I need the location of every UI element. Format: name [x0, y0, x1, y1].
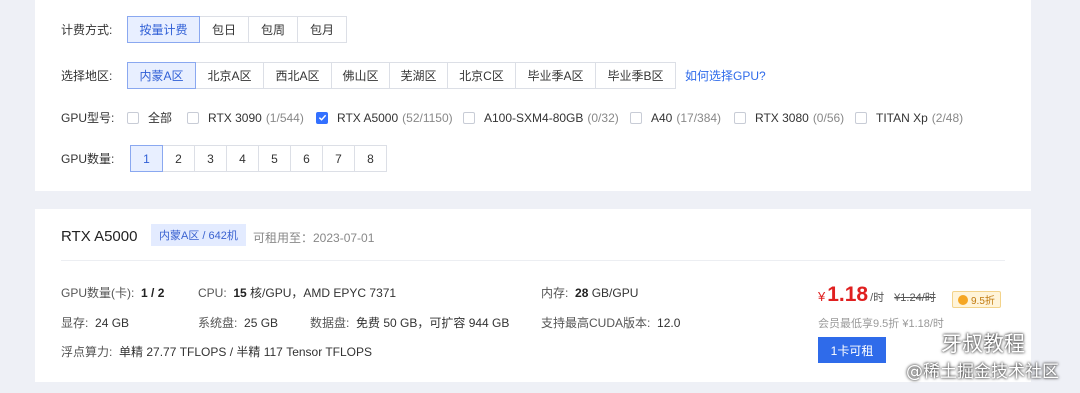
gpu-option-rtxa5000[interactable]: RTX A5000 (52/1150)	[316, 111, 463, 125]
billing-option-weekly[interactable]: 包周	[248, 16, 298, 43]
checkbox-icon[interactable]	[187, 111, 199, 124]
spec-vram: 显存: 24 GB	[61, 316, 130, 330]
checkbox-icon[interactable]	[630, 111, 642, 124]
spec-data-disk: 数据盘: 免费 50 GB，可扩容 944 GB	[310, 316, 510, 330]
region-option-graduation-b[interactable]: 毕业季B区	[595, 62, 676, 89]
region-option-beijing-a[interactable]: 北京A区	[195, 62, 264, 89]
watermark-title: 牙叔教程	[941, 332, 1025, 356]
spec-cuda-version: 支持最高CUDA版本: 12.0	[541, 316, 681, 330]
spec-memory: 内存: 28 GB/GPU	[541, 286, 639, 300]
billing-option-pay-as-you-go[interactable]: 按量计费	[127, 16, 200, 43]
billing-row: 计费方式: 按量计费 包日 包周 包月	[61, 16, 347, 43]
gpu-count-option-3[interactable]: 3	[194, 145, 227, 172]
gpu-option-a100[interactable]: A100-SXM4-80GB (0/32)	[463, 111, 630, 125]
member-discount-note: 会员最低享9.5折 ¥1.18/时	[818, 318, 944, 330]
gpu-model-row: GPU型号: 全部 RTX 3090 (1/544) RTX A5000 (52…	[61, 109, 963, 126]
gpu-option-rtx3090[interactable]: RTX 3090 (1/544)	[187, 111, 316, 125]
billing-option-daily[interactable]: 包日	[199, 16, 249, 43]
coin-icon	[958, 294, 968, 305]
gpu-option-all[interactable]: 全部	[127, 109, 187, 126]
billing-label: 计费方式:	[61, 23, 113, 37]
region-options: 内蒙A区 北京A区 西北A区 佛山区 芜湖区 北京C区 毕业季A区 毕业季B区	[127, 62, 676, 89]
discount-badge: 9.5折	[952, 291, 1001, 308]
billing-option-monthly[interactable]: 包月	[297, 16, 347, 43]
how-to-choose-gpu-link[interactable]: 如何选择GPU?	[685, 67, 766, 84]
gpu-option-a40[interactable]: A40 (17/384)	[630, 111, 734, 125]
available-until: 可租用至：2023-07-01	[253, 231, 375, 245]
checked-checkbox-icon[interactable]	[316, 111, 328, 124]
region-option-graduation-a[interactable]: 毕业季A区	[515, 62, 596, 89]
gpu-option-rtx3080[interactable]: RTX 3080 (0/56)	[734, 111, 855, 125]
original-price: ¥1.24/时	[894, 292, 936, 304]
price: ¥ 1.18 /时 ¥1.24/时	[818, 283, 936, 307]
divider	[61, 260, 1005, 261]
wechat-icon	[908, 334, 935, 354]
checkbox-icon[interactable]	[127, 111, 139, 124]
gpu-count-option-7[interactable]: 7	[322, 145, 355, 172]
price-unit: /时	[870, 292, 885, 304]
gpu-product-card: RTX A5000 内蒙A区 / 642机 可租用至：2023-07-01 GP…	[35, 209, 1031, 382]
checkbox-icon[interactable]	[855, 111, 867, 124]
filter-panel: 计费方式: 按量计费 包日 包周 包月 选择地区: 内蒙A区 北京A区 西北A区…	[35, 0, 1031, 191]
region-option-beijing-c[interactable]: 北京C区	[447, 62, 516, 89]
gpu-count-row: GPU数量: 1 2 3 4 5 6 7 8	[61, 145, 387, 172]
region-option-wuhu[interactable]: 芜湖区	[389, 62, 448, 89]
region-option-neimeng-a[interactable]: 内蒙A区	[127, 62, 196, 89]
region-option-xibei-a[interactable]: 西北A区	[263, 62, 332, 89]
gpu-count-option-5[interactable]: 5	[258, 145, 291, 172]
region-label: 选择地区:	[61, 69, 113, 83]
rent-button[interactable]: 1卡可租	[818, 337, 886, 363]
gpu-count-option-1[interactable]: 1	[130, 145, 163, 172]
gpu-count-option-2[interactable]: 2	[162, 145, 195, 172]
gpu-count-option-4[interactable]: 4	[226, 145, 259, 172]
checkbox-icon[interactable]	[734, 111, 746, 124]
watermark-source: @稀土掘金技术社区	[906, 362, 1059, 382]
gpu-count-options: 1 2 3 4 5 6 7 8	[130, 145, 387, 172]
checkbox-icon[interactable]	[463, 111, 475, 124]
gpu-model-label: GPU型号:	[61, 111, 115, 125]
gpu-option-titan-xp[interactable]: TITAN Xp (2/48)	[855, 111, 963, 125]
billing-options: 按量计费 包日 包周 包月	[127, 16, 347, 43]
spec-gpu-count: GPU数量(卡): 1 / 2	[61, 286, 165, 300]
spec-system-disk: 系统盘: 25 GB	[198, 316, 279, 330]
spec-cpu: CPU: 15 核/GPU，AMD EPYC 7371	[198, 286, 397, 300]
product-title: RTX A5000	[61, 228, 138, 245]
spec-flops: 浮点算力: 单精 27.77 TFLOPS / 半精 117 Tensor TF…	[61, 345, 373, 359]
currency-symbol: ¥	[818, 289, 826, 304]
gpu-count-option-8[interactable]: 8	[354, 145, 387, 172]
gpu-count-label: GPU数量:	[61, 152, 115, 166]
gpu-count-option-6[interactable]: 6	[290, 145, 323, 172]
region-badge: 内蒙A区 / 642机	[151, 224, 246, 246]
price-value: 1.18	[827, 283, 869, 306]
region-row: 选择地区: 内蒙A区 北京A区 西北A区 佛山区 芜湖区 北京C区 毕业季A区 …	[61, 62, 766, 89]
region-option-foshan[interactable]: 佛山区	[331, 62, 390, 89]
